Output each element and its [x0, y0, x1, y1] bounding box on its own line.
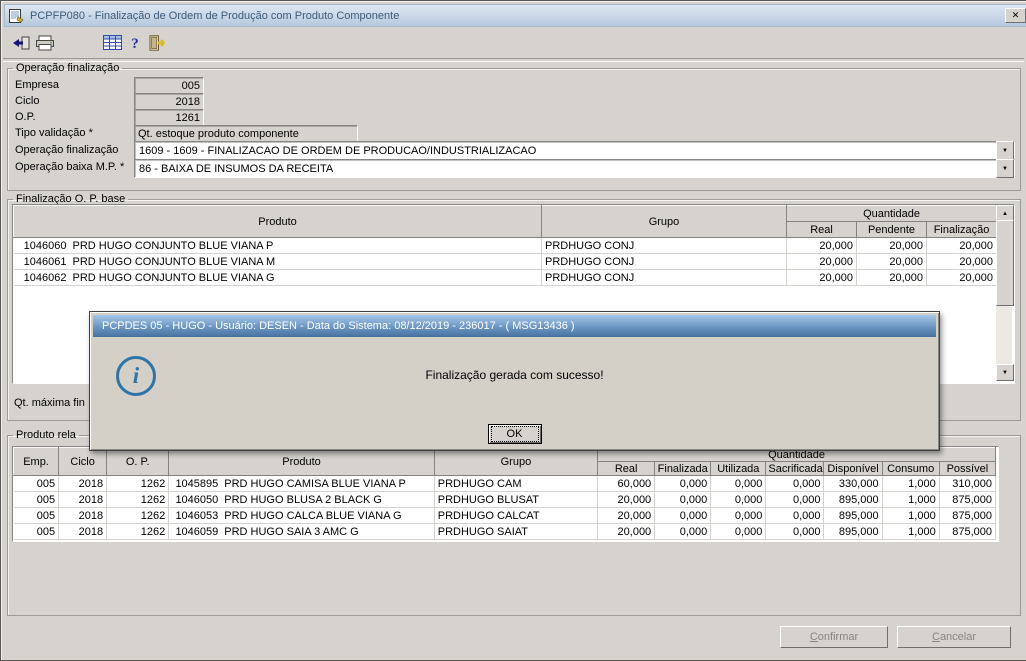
dropdown-arrow-icon[interactable]: ▼: [996, 159, 1014, 178]
column-header-sacrificada: Sacrificada: [765, 461, 825, 476]
tipo-validacao-label: Tipo validação *: [15, 127, 93, 139]
ciclo-label: Ciclo: [15, 95, 40, 107]
column-header-produto: Produto: [168, 447, 435, 476]
dialog-message: Finalização gerada com sucesso!: [425, 368, 604, 382]
column-header-emp: Emp.: [13, 447, 60, 476]
table-row[interactable]: 1046062 PRD HUGO CONJUNTO BLUE VIANA G PR…: [13, 269, 998, 286]
window-title: PCPFP080 - Finalização de Ordem de Produ…: [30, 9, 400, 22]
op-label: O.P.: [15, 111, 36, 123]
column-header-op: O. P.: [106, 447, 170, 476]
dialog-title-text: PCPDES 05 - HUGO - Usuário: DESEN - Data…: [102, 320, 575, 332]
column-header-possivel: Possível: [938, 461, 997, 476]
ok-button[interactable]: OK: [487, 424, 542, 444]
column-header-quantidade: Quantidade: [785, 205, 998, 222]
printer-icon: [35, 35, 55, 54]
column-header-produto: Produto: [13, 205, 542, 238]
operacao-baixa-label: Operação baixa M.P. *: [15, 161, 125, 173]
operacao-finalizacao-value: 1609 - 1609 - FINALIZACAO DE ORDEM DE PR…: [139, 144, 537, 157]
dialog-titlebar[interactable]: PCPDES 05 - HUGO - Usuário: DESEN - Data…: [93, 315, 936, 337]
cancelar-button[interactable]: Cancelar: [897, 626, 1011, 648]
column-header-finalizada: Finalizada: [654, 461, 712, 476]
grid-button[interactable]: [100, 33, 124, 55]
scroll-down-icon: ▼: [1002, 369, 1008, 376]
column-header-real: Real: [597, 461, 656, 476]
empresa-field: 005: [134, 77, 204, 94]
scroll-thumb[interactable]: [996, 220, 1014, 306]
confirmar-button[interactable]: Confirmar: [780, 626, 888, 648]
produto-relacionado-table: Emp. Ciclo O. P. Produto Grupo Quantidad…: [13, 447, 997, 540]
transfer-button[interactable]: [9, 33, 33, 55]
table-row[interactable]: 005 2018 1262 1046059 PRD HUGO SAIA 3 AMC…: [13, 523, 997, 540]
operacao-finalizacao-combo[interactable]: 1609 - 1609 - FINALIZACAO DE ORDEM DE PR…: [134, 141, 1015, 160]
close-button[interactable]: ✕: [1005, 8, 1026, 23]
print-button[interactable]: [33, 33, 57, 55]
column-header-grupo: Grupo: [433, 447, 599, 476]
exit-button[interactable]: [146, 33, 170, 55]
transfer-icon: [12, 35, 30, 54]
qt-maxima-label: Qt. máxima fin: [14, 397, 85, 409]
message-dialog: PCPDES 05 - HUGO - Usuário: DESEN - Data…: [89, 311, 940, 451]
table-row[interactable]: 1046060 PRD HUGO CONJUNTO BLUE VIANA P PR…: [13, 237, 998, 254]
finalizacao-base-table: Produto Grupo Quantidade Real Pendente F…: [13, 205, 998, 286]
help-button[interactable]: ?: [125, 33, 145, 55]
app-window: PCPFP080 - Finalização de Ordem de Produ…: [0, 0, 1026, 661]
table-row[interactable]: 1046061 PRD HUGO CONJUNTO BLUE VIANA M PR…: [13, 253, 998, 270]
window-titlebar[interactable]: PCPFP080 - Finalização de Ordem de Produ…: [4, 4, 1026, 27]
scroll-up-icon: ▲: [1002, 210, 1008, 217]
column-header-ciclo: Ciclo: [58, 447, 108, 476]
empresa-label: Empresa: [15, 79, 60, 91]
tipo-validacao-field: Qt. estoque produto componente: [134, 125, 358, 142]
grid-icon: [102, 35, 122, 53]
table-row[interactable]: 005 2018 1262 1046050 PRD HUGO BLUSA 2 BL…: [13, 491, 997, 508]
scroll-down-button[interactable]: ▼: [996, 364, 1014, 381]
column-header-finalizacao: Finalização: [925, 221, 998, 238]
help-icon: ?: [131, 35, 139, 52]
op-field: 1261: [134, 109, 204, 126]
close-icon: ✕: [1011, 10, 1020, 20]
dropdown-arrow-icon[interactable]: ▼: [996, 141, 1014, 160]
column-header-disponivel: Disponível: [823, 461, 883, 476]
column-header-pendente: Pendente: [856, 221, 927, 238]
produto-relacionado-grid: Emp. Ciclo O. P. Produto Grupo Quantidad…: [12, 446, 999, 542]
exit-door-icon: [149, 34, 168, 54]
window-icon: [9, 8, 24, 23]
column-header-utilizada: Utilizada: [710, 461, 767, 476]
column-header-consumo: Consumo: [881, 461, 940, 476]
operacao-baixa-value: 86 - BAIXA DE INSUMOS DA RECEITA: [139, 162, 334, 175]
ciclo-field: 2018: [134, 93, 204, 110]
table-row[interactable]: 005 2018 1262 1045895 PRD HUGO CAMISA BLU…: [13, 475, 997, 492]
table-row[interactable]: 005 2018 1262 1046053 PRD HUGO CALCA BLUE…: [13, 507, 997, 524]
group-operacao-legend: Operação finalização: [16, 62, 120, 74]
operacao-finalizacao-label: Operação finalização: [15, 144, 119, 156]
column-header-real: Real: [786, 221, 857, 238]
operacao-baixa-combo[interactable]: 86 - BAIXA DE INSUMOS DA RECEITA ▼: [134, 159, 1015, 178]
group-produto-relacionado-legend: Produto rela: [16, 429, 76, 441]
vertical-scrollbar[interactable]: ▲ ▼: [996, 205, 1014, 381]
column-header-grupo: Grupo: [541, 205, 787, 238]
